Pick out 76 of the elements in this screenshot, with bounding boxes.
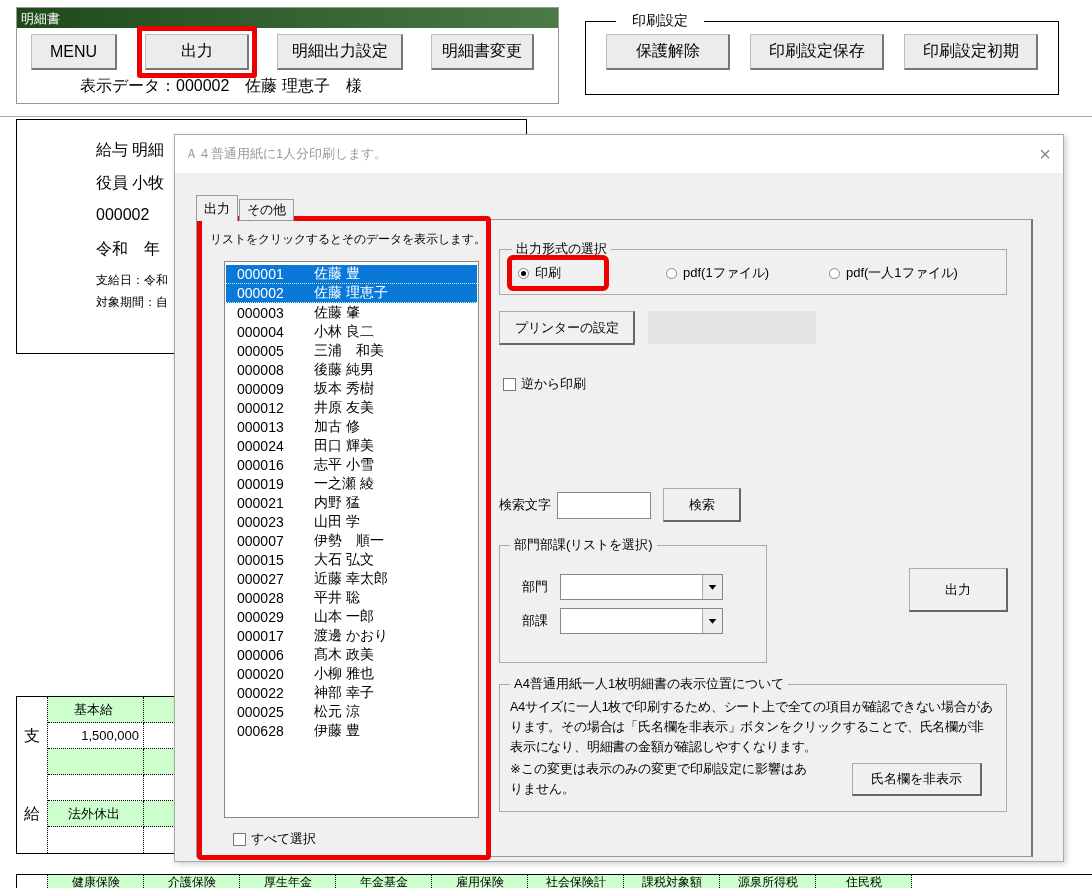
table-header-cell: 介護保険 — [144, 875, 240, 888]
list-item[interactable]: 000023 山田 学 — [226, 512, 477, 531]
payslip-text: 令和 年 — [96, 238, 160, 259]
side-label: 給 — [24, 803, 40, 824]
list-item[interactable]: 000628 伊藤 豊 — [226, 721, 477, 740]
list-item[interactable]: 000005 三浦 和美 — [226, 341, 477, 360]
settings-button[interactable]: 印刷設定保存 — [750, 34, 884, 70]
tab[interactable]: その他 — [239, 199, 294, 221]
tab[interactable]: 出力 — [196, 195, 238, 221]
payslip-text: 支給日：令和 — [96, 271, 168, 288]
display-data-text: 表示データ：000002 佐藤 理恵子 様 — [80, 76, 363, 96]
list-item[interactable]: 000003 佐藤 肇 — [226, 303, 477, 322]
list-item[interactable]: 000027 近藤 幸太郎 — [226, 569, 477, 588]
group-legend: 出力形式の選択 — [512, 240, 611, 258]
list-item[interactable]: 000019 一之瀬 綾 — [226, 474, 477, 493]
sheet-button[interactable]: 明細書変更 — [431, 34, 534, 70]
list-item[interactable]: 000022 神部 幸子 — [226, 683, 477, 702]
list-item[interactable]: 000012 井原 友美 — [226, 398, 477, 417]
field-label: 部課 — [522, 612, 548, 630]
table-header-cell: 年金基金 — [336, 875, 432, 888]
output-button[interactable]: 出力 — [909, 568, 1008, 612]
payslip-text: 給与 明細 — [96, 139, 165, 160]
list-item[interactable]: 000021 内野 猛 — [226, 493, 477, 512]
list-item[interactable]: 000004 小林 良二 — [226, 322, 477, 341]
list-item[interactable]: 000015 大石 弘文 — [226, 550, 477, 569]
table-header-cell: 課税対象額 — [624, 875, 720, 888]
dialog-title: Ａ４普通用紙に1人分印刷します。 — [185, 145, 388, 163]
table-header-cell: 住民税 — [816, 875, 912, 888]
radio-option[interactable]: pdf(一人1ファイル) — [822, 260, 964, 286]
note-text: ※この変更は表示のみの変更で印刷設定に影響はありません。 — [510, 760, 808, 798]
table-header-cell: 源泉所得税 — [720, 875, 816, 888]
payslip-text: 対象期間：自 — [96, 293, 168, 310]
list-item[interactable]: 000001 佐藤 豊 — [226, 265, 477, 284]
hide-name-button[interactable]: 氏名欄を非表示 — [852, 762, 982, 796]
list-item[interactable]: 000025 松元 涼 — [226, 702, 477, 721]
list-item[interactable]: 000016 志平 小雪 — [226, 455, 477, 474]
search-label: 検索文字 — [499, 496, 551, 514]
table-header-cell: 社会保険計 — [528, 875, 624, 888]
list-item[interactable]: 000013 加古 修 — [226, 417, 477, 436]
info-paragraph: A4サイズに一人1枚で印刷するため、シート上で全ての項目が確認できない場合があります。その場合は「氏名欄を非表示」ボタンをクリックすることで、氏名欄が非表示になり、明細書の金額が確認しやすくなります。 — [510, 699, 994, 756]
sheet-button[interactable]: 明細出力設定 — [277, 34, 403, 70]
group-legend: 部門部課(リストを選択) — [510, 536, 657, 554]
list-item[interactable]: 000007 伊勢 順一 — [226, 531, 477, 550]
table-header-cell: 健康保険 — [48, 875, 144, 888]
sheet-button[interactable]: 出力 — [145, 34, 249, 70]
radio-option[interactable]: 印刷 — [512, 260, 604, 286]
list-item[interactable]: 000028 平井 聡 — [226, 588, 477, 607]
settings-button[interactable]: 印刷設定初期 — [904, 34, 1038, 70]
sheet-button[interactable]: MENU — [31, 34, 117, 70]
payslip-text: 役員 小牧 — [96, 172, 165, 193]
list-item[interactable]: 000024 田口 輝美 — [226, 436, 477, 455]
checkbox-label: すべて選択 — [251, 830, 316, 848]
table-header-cell: 厚生年金 — [240, 875, 336, 888]
side-label: 支 — [24, 725, 40, 746]
table-cell: 法外休出 — [48, 801, 144, 827]
list-item[interactable]: 000017 渡邊 かおり — [226, 626, 477, 645]
list-item[interactable]: 000006 髙木 政美 — [226, 645, 477, 664]
settings-button[interactable]: 保護解除 — [606, 34, 730, 70]
radio-option[interactable]: pdf(1ファイル) — [660, 260, 775, 286]
group-legend: 印刷設定 — [616, 12, 704, 30]
table-cell: 1,500,000 — [48, 723, 144, 749]
payslip-text: 000002 — [96, 205, 150, 225]
list-item[interactable]: 000020 小柳 雅也 — [226, 664, 477, 683]
list-item[interactable]: 000002 佐藤 理恵子 — [226, 284, 477, 303]
field-label: 部門 — [522, 578, 548, 596]
search-button[interactable]: 検索 — [663, 488, 741, 522]
checkbox-label: 逆から印刷 — [521, 375, 586, 393]
list-item[interactable]: 000008 後藤 純男 — [226, 360, 477, 379]
list-item[interactable]: 000009 坂本 秀樹 — [226, 379, 477, 398]
table-header-cell: 雇用保険 — [432, 875, 528, 888]
close-button[interactable]: × — [1039, 142, 1051, 166]
panel-title: 明細書 — [17, 8, 558, 28]
table-cell: 基本給 — [48, 697, 144, 723]
printer-settings-button[interactable]: プリンターの設定 — [499, 311, 635, 345]
list-item[interactable]: 000029 山本 一郎 — [226, 607, 477, 626]
group-legend: A4普通用紙一人1枚明細書の表示位置について — [510, 675, 789, 693]
